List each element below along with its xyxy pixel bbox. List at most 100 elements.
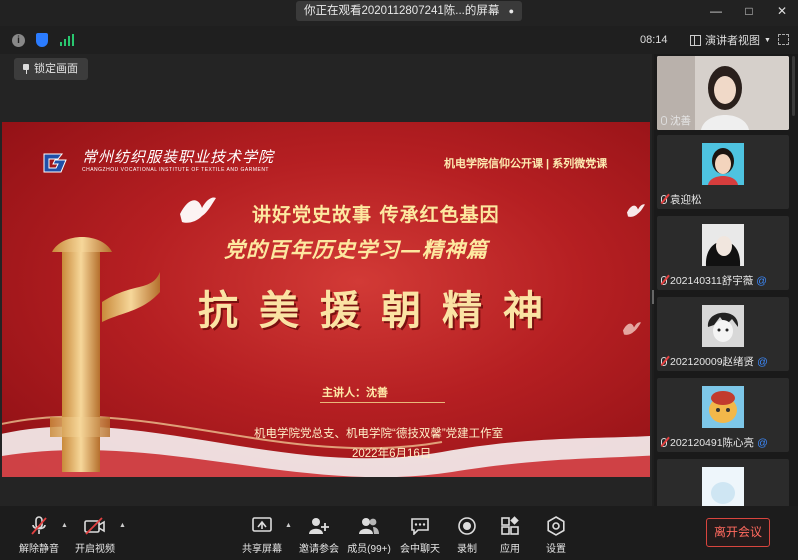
chevron-down-icon: ▼ <box>764 36 771 44</box>
members-icon <box>359 518 379 534</box>
participant-name: 202120491陈心亮 <box>670 437 755 449</box>
dove-icon <box>180 197 216 223</box>
invite-button[interactable]: 邀请参会 <box>297 516 341 555</box>
fullscreen-icon[interactable] <box>778 34 789 45</box>
sharing-label: 你正在观看2020112807241陈...的屏幕 <box>304 5 500 17</box>
participant-name-row: 202140311舒宇薇 @ <box>661 273 767 288</box>
shield-icon[interactable] <box>36 33 48 47</box>
mic-muted-icon <box>661 357 667 366</box>
share-screen-icon <box>252 517 272 532</box>
maximize-icon[interactable]: □ <box>743 4 755 18</box>
course-title: 机电学院信仰公开课 | 系列微党课 <box>444 158 608 170</box>
school-name: 常州纺织服装职业技术学院 <box>82 148 275 166</box>
apps-icon <box>501 516 519 535</box>
record-button[interactable]: 录制 <box>451 516 483 555</box>
school-name-en: CHANGZHOU VOCATIONAL INSTITUTE OF TEXTIL… <box>82 167 269 173</box>
participant-tile[interactable]: 袁迎松 <box>657 135 789 209</box>
unmute-button[interactable]: 解除静音 <box>18 516 60 555</box>
invite-label: 邀请参会 <box>299 544 339 555</box>
close-icon[interactable]: ✕ <box>776 4 788 18</box>
slide-subtitle: 党的百年历史学习—精神篇 <box>224 237 488 262</box>
apps-button[interactable]: 应用 <box>494 516 526 555</box>
mention-marker: @ <box>756 274 767 287</box>
members-label: 成员(99+) <box>347 544 391 555</box>
chat-icon <box>411 518 429 535</box>
lock-view-label: 锁定画面 <box>34 63 78 75</box>
participant-name: 袁迎松 <box>670 194 702 206</box>
slide-date: 2022年6月16日 <box>352 448 432 460</box>
participant-tile[interactable]: 202140311舒宇薇 @ <box>657 216 789 290</box>
chat-label: 会中聊天 <box>400 544 440 555</box>
share-screen-button[interactable]: 共享屏幕 <box>240 516 284 555</box>
start-video-button[interactable]: 开启视频 <box>73 516 117 555</box>
participant-name: 202120009赵绪贤 <box>670 356 755 368</box>
avatar <box>702 386 744 428</box>
leave-meeting-button[interactable]: 离开会议 <box>706 518 770 547</box>
dove-icon <box>627 204 645 217</box>
avatar <box>702 143 744 185</box>
add-user-icon <box>309 518 329 534</box>
huabiao-pillar-graphic <box>50 237 160 472</box>
microphone-icon <box>661 116 667 125</box>
lock-view-button[interactable]: 锁定画面 <box>14 58 88 80</box>
divider <box>320 402 445 403</box>
info-icon[interactable]: i <box>12 34 25 47</box>
mic-muted-icon <box>661 195 667 204</box>
settings-label: 设置 <box>546 544 566 555</box>
shared-screen-area: 锁定画面 常州纺织服装职业技术学院 CHANGZHOU VOCATIONAL I… <box>0 54 652 506</box>
avatar <box>702 224 744 266</box>
gear-icon <box>547 516 565 536</box>
participant-name-row: 沈善 <box>661 113 691 128</box>
settings-button[interactable]: 设置 <box>540 516 572 555</box>
members-button[interactable]: 成员(99+) <box>346 516 392 555</box>
mention-marker: @ <box>757 436 768 449</box>
participant-name-row: 202120491陈心亮 @ <box>661 435 768 450</box>
speaker-label: 主讲人：沈善 <box>322 387 388 399</box>
camera-off-icon <box>84 517 105 535</box>
layout-icon <box>690 34 701 46</box>
signal-icon[interactable] <box>60 34 74 46</box>
school-logo <box>43 153 67 173</box>
participant-name-row: 袁迎松 <box>661 192 702 207</box>
presentation-slide: 常州纺织服装职业技术学院 CHANGZHOU VOCATIONAL INSTIT… <box>2 122 650 477</box>
chevron-up-icon[interactable]: ▲ <box>119 522 126 529</box>
slide-title: 抗美援朝精神 <box>198 287 564 334</box>
participant-name: 沈善 <box>670 115 691 127</box>
meeting-timer: 08:14 <box>640 34 668 46</box>
participant-tile[interactable] <box>657 459 789 506</box>
meeting-info-bar: i 08:14 演讲者视图 ▼ <box>0 26 798 54</box>
meeting-toolbar: 解除静音 ▲ 开启视频 ▲ 共享屏幕 ▲ 邀请参会 成员(99+) 会中聊天 录… <box>0 506 798 560</box>
view-mode-button[interactable]: 演讲者视图 ▼ <box>690 32 771 48</box>
participant-name: 202140311舒宇薇 <box>670 275 754 287</box>
avatar <box>702 305 744 347</box>
participant-tile[interactable]: 沈善 <box>657 56 789 130</box>
apps-label: 应用 <box>500 544 520 555</box>
scrollbar[interactable] <box>792 56 795 116</box>
record-label: 录制 <box>457 544 477 555</box>
avatar <box>702 467 744 506</box>
start-video-label: 开启视频 <box>75 544 115 555</box>
organizer-text: 机电学院党总支、机电学院“德技双馨”党建工作室 <box>254 428 504 440</box>
sharing-status: 你正在观看2020112807241陈...的屏幕 ● <box>296 1 523 21</box>
title-bar: 你正在观看2020112807241陈...的屏幕 ● — □ ✕ <box>0 0 798 26</box>
view-mode-label: 演讲者视图 <box>705 35 760 47</box>
chevron-up-icon[interactable]: ▲ <box>285 522 292 529</box>
participant-tile[interactable]: 202120009赵绪贤 @ <box>657 297 789 371</box>
chevron-up-icon[interactable]: ▲ <box>61 522 68 529</box>
chat-button[interactable]: 会中聊天 <box>399 516 441 555</box>
mic-muted-icon <box>661 276 667 285</box>
record-icon <box>458 517 476 535</box>
pin-icon[interactable]: ● <box>509 6 514 16</box>
minimize-icon[interactable]: — <box>710 4 722 18</box>
dove-icon <box>623 322 641 335</box>
slide-slogan: 讲好党史故事 传承红色基因 <box>252 204 500 226</box>
participants-panel: 沈善 袁迎松 202140311舒宇薇 @ 202120009赵绪贤 @ 202… <box>654 54 798 506</box>
participant-name-row: 202120009赵绪贤 @ <box>661 354 768 369</box>
mention-marker: @ <box>757 355 768 368</box>
participant-tile[interactable]: 202120491陈心亮 @ <box>657 378 789 452</box>
pin-icon <box>22 64 30 74</box>
mic-muted-icon <box>661 438 667 447</box>
mic-muted-icon <box>31 516 47 535</box>
share-screen-label: 共享屏幕 <box>242 544 282 555</box>
unmute-label: 解除静音 <box>19 544 59 555</box>
